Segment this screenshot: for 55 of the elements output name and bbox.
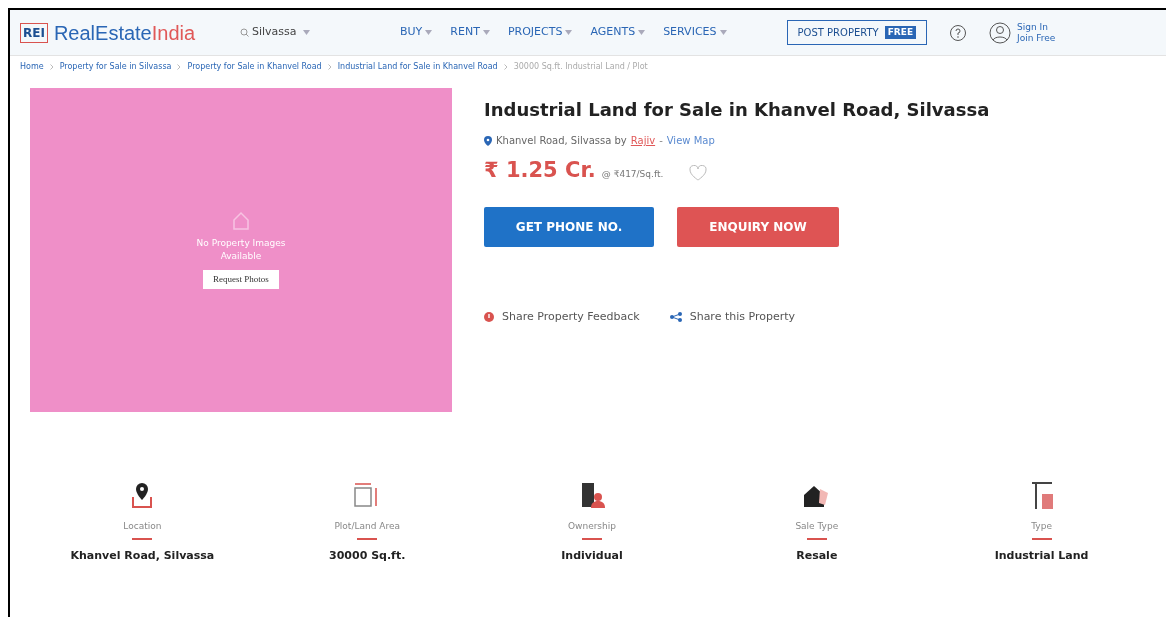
fact-label: Ownership [568,520,616,533]
logo-text[interactable]: RealEstateIndia [53,17,196,48]
search-icon [240,28,249,37]
caret-icon [302,30,310,35]
breadcrumb-link[interactable]: Industrial Land for Sale in Khanvel Road [337,61,498,73]
share-link[interactable]: Share this Property [689,309,796,326]
fact-value: Individual [561,547,623,564]
nav-menu-item[interactable]: AGENTS [590,24,646,41]
caret-icon [425,30,433,35]
chevron-icon [503,64,508,70]
request-photos-button[interactable]: Request Photos [203,269,279,290]
price-rate-text: @ ₹417/Sq.ft. [601,167,664,181]
post-property-button[interactable]: POST PROPERTY FREE [786,20,928,45]
caret-icon [482,30,490,35]
fact-value: Resale [796,547,838,564]
caret-icon [719,30,727,35]
breadcrumb-link[interactable]: Home [20,61,44,73]
share-icon [669,312,682,323]
no-images-text: No Property Images Available [195,236,287,264]
logo-badge[interactable]: REI [20,22,48,43]
city-selector[interactable]: Silvassa [240,24,400,41]
help-icon[interactable] [949,23,968,42]
fact-value: Industrial Land [994,547,1089,564]
fact-label: Plot/Land Area [334,520,400,533]
fact-label: Sale Type [795,520,839,533]
enquiry-button[interactable]: ENQUIRY NOW [677,207,839,247]
caret-icon [638,30,646,35]
location-text: Khanvel Road, Silvassa by [496,134,627,148]
agent-link[interactable]: Rajiv [630,133,656,148]
feedback-link[interactable]: Share Property Feedback [502,309,640,326]
home-icon [232,210,250,231]
chevron-icon [177,64,182,70]
fact-label: Type [1031,520,1052,533]
chevron-icon [327,64,332,70]
nav-menu-item[interactable]: RENT [450,24,490,41]
sign-in-link[interactable]: Sign In [1017,21,1056,33]
nav-menu-item[interactable]: PROJECTS [507,24,573,41]
fact-label: Location [123,520,162,533]
fact-value: Khanvel Road, Silvassa [70,547,215,564]
view-map-link[interactable]: View Map [666,133,715,148]
nav-menu-item[interactable]: SERVICES [663,24,727,41]
price-text: ₹ 1.25 Cr. [484,160,596,181]
nav-menu-item[interactable]: BUY [400,24,433,41]
caret-icon [565,30,573,35]
user-icon[interactable] [989,21,1012,44]
chevron-icon [49,64,54,70]
breadcrumb-link[interactable]: Property for Sale in Silvassa [59,61,172,73]
get-phone-button[interactable]: GET PHONE NO. [484,207,654,247]
listing-title: Industrial Land for Sale in Khanvel Road, Silvassa [484,98,990,122]
fact-value: 30000 Sq.ft. [329,547,406,564]
breadcrumb-link[interactable]: Property for Sale in Khanvel Road [187,61,322,73]
join-link[interactable]: Join Free [1017,32,1056,44]
separator-text: - [659,134,663,148]
map-pin-icon [484,135,492,146]
alert-icon [484,312,494,323]
